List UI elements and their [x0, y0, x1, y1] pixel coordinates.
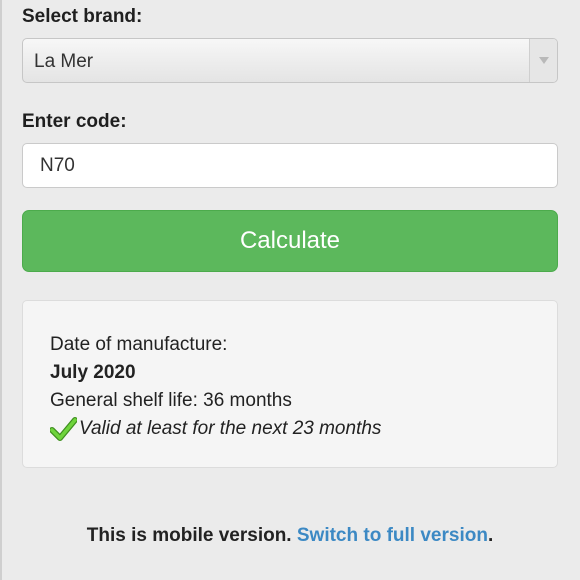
result-panel: Date of manufacture: July 2020 General s… [22, 300, 558, 468]
validity-row: Valid at least for the next 23 months [50, 415, 557, 443]
code-input[interactable] [22, 143, 558, 188]
page-edge-divider [0, 0, 2, 580]
footer-period: . [487, 525, 494, 546]
brand-select[interactable]: La Mer [22, 38, 558, 83]
footer: This is mobile version. Switch to full v… [0, 525, 580, 547]
switch-to-full-version-link[interactable]: Switch to full version [297, 525, 488, 546]
calculate-button[interactable]: Calculate [22, 210, 558, 272]
check-icon [50, 417, 77, 441]
manufacture-label: Date of manufacture: [50, 334, 228, 355]
chevron-down-icon[interactable] [529, 39, 557, 82]
brand-label: Select brand: [22, 6, 143, 27]
manufacture-date: July 2020 [50, 362, 136, 383]
shelf-life-text: General shelf life: 36 months [50, 390, 292, 411]
validity-text: Valid at least for the next 23 months [79, 418, 382, 439]
brand-select-value: La Mer [34, 51, 94, 72]
code-label: Enter code: [22, 111, 127, 132]
footer-text: This is mobile version. [86, 525, 297, 546]
